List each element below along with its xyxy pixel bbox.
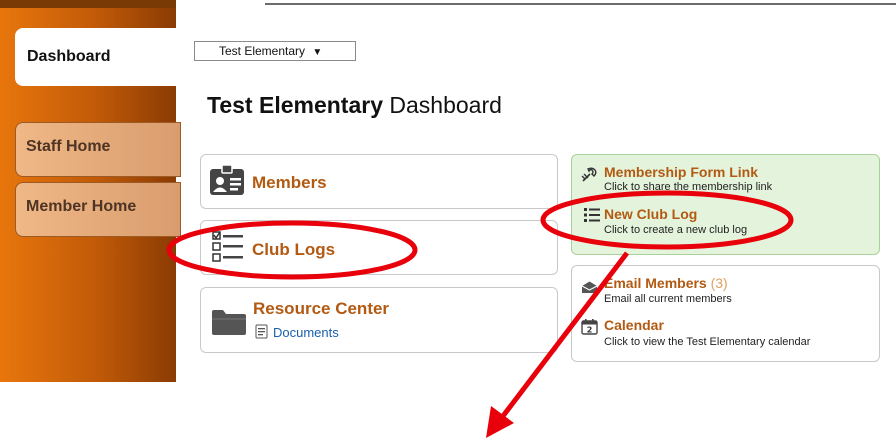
page-title-school: Test Elementary — [207, 92, 383, 118]
email-members-desc: Email all current members — [604, 293, 732, 305]
school-select[interactable]: Test Elementary ▼ — [194, 41, 356, 61]
members-title: Members — [252, 173, 327, 192]
top-divider — [265, 3, 896, 5]
members-card[interactable]: Members — [200, 154, 558, 209]
membership-form-link[interactable]: Membership Form Link — [604, 164, 758, 180]
calendar-desc: Click to view the Test Elementary calend… — [604, 336, 811, 348]
id-card-icon — [210, 164, 244, 195]
membership-form-desc: Click to share the membership link — [604, 181, 773, 193]
club-logs-title: Club Logs — [252, 240, 336, 259]
envelope-icon — [581, 281, 598, 293]
tab-staff-home[interactable]: Staff Home — [15, 122, 181, 177]
resource-center-title: Resource Center — [253, 299, 390, 318]
link-icon — [581, 167, 597, 182]
calendar-icon: 2 — [581, 319, 598, 335]
list-icon — [584, 208, 600, 222]
checklist-icon — [212, 231, 243, 262]
annotation-arrow-head — [486, 406, 514, 438]
tab-dashboard[interactable]: Dashboard — [15, 28, 178, 86]
page-title-label: Dashboard — [389, 92, 502, 118]
sidebar-top-strip — [0, 0, 176, 8]
calendar-link[interactable]: Calendar — [604, 317, 664, 333]
new-club-log-desc: Click to create a new club log — [604, 224, 748, 236]
communication-card: Email Members (3) Email all current memb… — [571, 265, 880, 362]
tab-member-home[interactable]: Member Home — [15, 182, 181, 237]
email-members-link[interactable]: Email Members (3) — [604, 275, 728, 291]
chevron-down-icon: ▼ — [312, 47, 323, 58]
resource-center-card[interactable]: Resource Center Documents — [200, 287, 558, 353]
page-title: Test Elementary Dashboard — [207, 92, 502, 119]
document-icon — [255, 324, 268, 339]
email-members-label: Email Members — [604, 275, 707, 291]
club-logs-card[interactable]: Club Logs — [200, 220, 558, 275]
svg-text:2: 2 — [587, 326, 593, 335]
quick-actions-card: Membership Form Link Click to share the … — [571, 154, 880, 255]
email-members-count: (3) — [710, 275, 728, 291]
documents-link[interactable]: Documents — [273, 325, 339, 340]
new-club-log-link[interactable]: New Club Log — [604, 206, 697, 222]
school-select-value: Test Elementary — [219, 44, 306, 58]
folder-icon — [212, 310, 246, 335]
